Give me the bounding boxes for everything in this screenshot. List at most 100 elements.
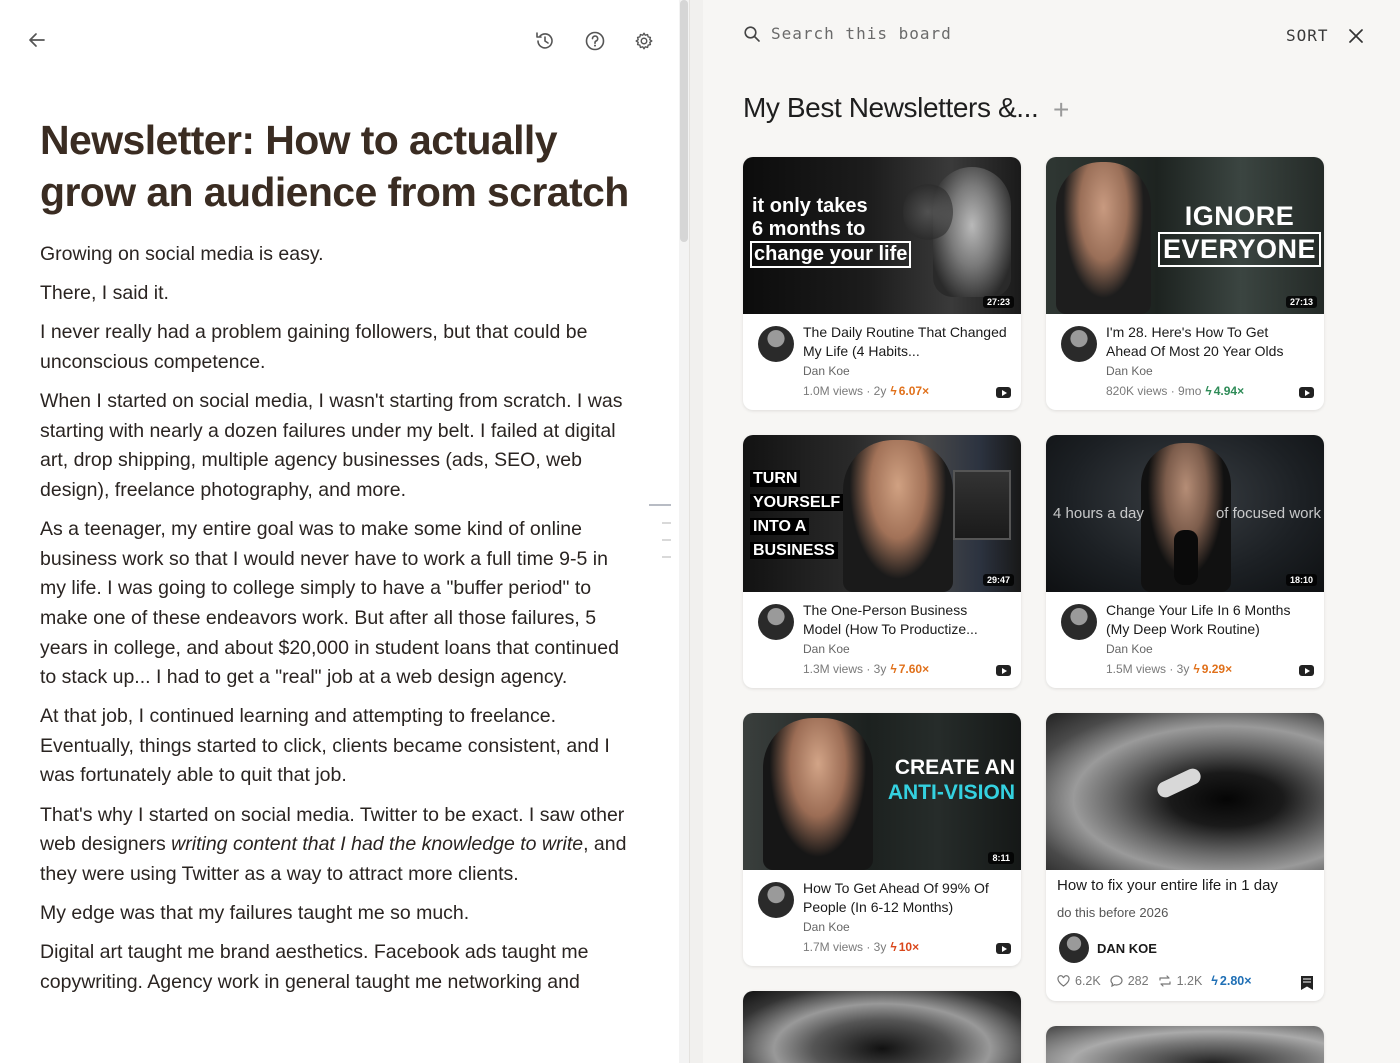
help-button[interactable] bbox=[581, 27, 609, 55]
italic-text: writing content that I had the knowledge… bbox=[171, 833, 584, 856]
video-info: Change Your Life In 6 Months (My Deep Wo… bbox=[1046, 592, 1324, 676]
video-info: How To Get Ahead Of 99% Of People (In 6-… bbox=[743, 870, 1021, 954]
article-title[interactable]: How to fix your entire life in 1 day bbox=[1057, 877, 1278, 894]
scrollbar-thumb[interactable] bbox=[680, 0, 688, 242]
video-card[interactable]: TURN YOURSELF INTO A BUSINESS 29:47 The … bbox=[743, 435, 1021, 688]
bolt-icon: ϟ bbox=[890, 384, 897, 398]
video-thumbnail[interactable]: it only takes 6 months to change your li… bbox=[743, 157, 1021, 314]
youtube-icon[interactable] bbox=[996, 943, 1011, 954]
youtube-icon[interactable] bbox=[1299, 665, 1314, 676]
board-search[interactable] bbox=[743, 24, 1071, 43]
outline-marker[interactable] bbox=[662, 539, 671, 541]
outlier-multiplier: ϟ 9.29× bbox=[1193, 662, 1232, 676]
thumbnail-monitor bbox=[953, 470, 1011, 540]
video-title[interactable]: I'm 28. Here's How To Get Ahead Of Most … bbox=[1106, 323, 1311, 361]
video-thumbnail[interactable]: IGNORE EVERYONE 27:13 bbox=[1046, 157, 1324, 314]
avatar[interactable] bbox=[758, 326, 794, 362]
channel-name[interactable]: Dan Koe bbox=[803, 920, 850, 934]
view-count: 1.7M views · 3y bbox=[803, 940, 887, 954]
video-card[interactable] bbox=[743, 991, 1021, 1063]
outline-marker-active[interactable] bbox=[649, 504, 671, 506]
avatar[interactable] bbox=[1059, 933, 1089, 963]
article-card[interactable]: How to fix your entire life in 1 day do … bbox=[1046, 713, 1324, 1001]
document-title[interactable]: Newsletter: How to actually grow an audi… bbox=[40, 114, 640, 218]
bookmark-icon[interactable] bbox=[1300, 975, 1314, 991]
video-info: The Daily Routine That Changed My Life (… bbox=[743, 314, 1021, 398]
document-body[interactable]: Growing on social media is easy. There, … bbox=[40, 240, 630, 1007]
comment-icon[interactable] bbox=[1110, 975, 1123, 987]
search-icon bbox=[744, 25, 760, 42]
view-count: 1.5M views · 3y bbox=[1106, 662, 1190, 676]
outlier-multiplier: ϟ 4.94× bbox=[1205, 384, 1244, 398]
close-button[interactable] bbox=[1346, 26, 1366, 46]
avatar[interactable] bbox=[758, 882, 794, 918]
video-title[interactable]: The One-Person Business Model (How To Pr… bbox=[803, 601, 1008, 639]
paragraph[interactable]: At that job, I continued learning and at… bbox=[40, 702, 630, 791]
article-thumbnail[interactable] bbox=[1046, 713, 1324, 870]
editor-pane: Newsletter: How to actually grow an audi… bbox=[0, 0, 690, 1063]
outlier-multiplier: ϟ 7.60× bbox=[890, 662, 929, 676]
paragraph[interactable]: As a teenager, my entire goal was to mak… bbox=[40, 515, 630, 693]
video-title[interactable]: Change Your Life In 6 Months (My Deep Wo… bbox=[1106, 601, 1311, 639]
video-card[interactable]: 4 hours a day of focused work 18:10 Chan… bbox=[1046, 435, 1324, 688]
paragraph[interactable]: Digital art taught me brand aesthetics. … bbox=[40, 938, 630, 997]
youtube-icon[interactable] bbox=[996, 387, 1011, 398]
heart-icon[interactable] bbox=[1057, 975, 1070, 987]
multiplier-value: 4.94× bbox=[1213, 384, 1245, 398]
view-count: 1.0M views · 2y bbox=[803, 384, 887, 398]
restack-icon[interactable] bbox=[1158, 975, 1172, 987]
article-thumbnail[interactable] bbox=[1046, 1026, 1324, 1063]
thumbnail-caption: 6 months to bbox=[752, 218, 866, 240]
channel-name[interactable]: Dan Koe bbox=[803, 642, 850, 656]
video-thumbnail[interactable]: 4 hours a day of focused work 18:10 bbox=[1046, 435, 1324, 592]
outline-marker[interactable] bbox=[662, 522, 671, 524]
youtube-icon[interactable] bbox=[1299, 387, 1314, 398]
author-name[interactable]: DAN KOE bbox=[1097, 941, 1157, 956]
editor-scrollbar[interactable] bbox=[679, 0, 689, 1063]
video-info: The One-Person Business Model (How To Pr… bbox=[743, 592, 1021, 676]
back-button[interactable] bbox=[23, 26, 51, 54]
channel-name[interactable]: Dan Koe bbox=[803, 364, 850, 378]
thumbnail-caption: BUSINESS bbox=[750, 542, 838, 559]
thumbnail-microphone bbox=[1174, 530, 1198, 585]
outline-marker[interactable] bbox=[662, 556, 671, 558]
channel-name[interactable]: Dan Koe bbox=[1106, 642, 1153, 656]
article-card[interactable] bbox=[1046, 1026, 1324, 1063]
paragraph[interactable]: My edge was that my failures taught me s… bbox=[40, 899, 630, 929]
history-button[interactable] bbox=[531, 27, 559, 55]
video-title[interactable]: The Daily Routine That Changed My Life (… bbox=[803, 323, 1008, 361]
help-circle-icon bbox=[585, 31, 605, 51]
video-thumbnail[interactable]: TURN YOURSELF INTO A BUSINESS 29:47 bbox=[743, 435, 1021, 592]
board-title[interactable]: My Best Newsletters &... bbox=[743, 92, 1039, 124]
avatar[interactable] bbox=[1061, 604, 1097, 640]
video-card[interactable]: CREATE AN ANTI-VISION 8:11 How To Get Ah… bbox=[743, 713, 1021, 966]
paragraph[interactable]: Growing on social media is easy. bbox=[40, 240, 630, 270]
youtube-icon[interactable] bbox=[996, 665, 1011, 676]
restack-count: 1.2K bbox=[1176, 974, 1203, 988]
settings-button[interactable] bbox=[630, 27, 658, 55]
paragraph[interactable]: There, I said it. bbox=[40, 279, 630, 309]
paragraph[interactable]: When I started on social media, I wasn't… bbox=[40, 387, 630, 505]
channel-name[interactable]: Dan Koe bbox=[1106, 364, 1153, 378]
video-meta: 1.7M views · 3y ϟ 10× bbox=[803, 940, 919, 954]
video-card[interactable]: IGNORE EVERYONE 27:13 I'm 28. Here's How… bbox=[1046, 157, 1324, 410]
thumbnail-caption: it only takes bbox=[752, 195, 868, 217]
video-duration: 18:10 bbox=[1285, 574, 1317, 586]
video-card[interactable]: it only takes 6 months to change your li… bbox=[743, 157, 1021, 410]
avatar[interactable] bbox=[1061, 326, 1097, 362]
video-title[interactable]: How To Get Ahead Of 99% Of People (In 6-… bbox=[803, 879, 1008, 917]
video-thumbnail[interactable]: CREATE AN ANTI-VISION 8:11 bbox=[743, 713, 1021, 870]
add-board-button[interactable]: + bbox=[1053, 96, 1069, 124]
video-duration: 8:11 bbox=[988, 852, 1014, 864]
paragraph[interactable]: That's why I started on social media. Tw… bbox=[40, 801, 630, 890]
search-input[interactable] bbox=[771, 24, 1071, 43]
sort-button[interactable]: SORT bbox=[1286, 26, 1329, 45]
outlier-multiplier: ϟ 10× bbox=[890, 940, 919, 954]
article-subtitle: do this before 2026 bbox=[1057, 905, 1169, 920]
like-count: 6.2K bbox=[1075, 974, 1101, 988]
avatar[interactable] bbox=[758, 604, 794, 640]
video-info: I'm 28. Here's How To Get Ahead Of Most … bbox=[1046, 314, 1324, 398]
thumbnail-caption: 4 hours a day bbox=[1053, 505, 1144, 522]
paragraph[interactable]: I never really had a problem gaining fol… bbox=[40, 318, 630, 377]
video-thumbnail[interactable] bbox=[743, 991, 1021, 1063]
